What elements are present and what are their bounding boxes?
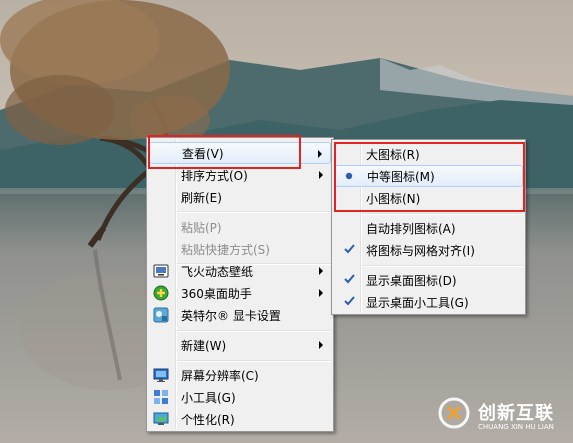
menu-item-show-icons-label: 显示桌面图标(D) — [366, 273, 457, 288]
personalize-icon — [153, 411, 169, 427]
submenu-arrow-icon — [319, 171, 323, 179]
menu-item-intel-graphics-label: 英特尔® 显卡设置 — [181, 308, 281, 323]
menu-item-paste[interactable]: 粘贴(P) — [149, 216, 331, 238]
menu-item-360-desktop[interactable]: 360桌面助手 — [149, 282, 331, 304]
submenu-arrow-icon — [318, 150, 322, 158]
menu-separator — [362, 265, 523, 267]
menu-separator — [177, 211, 331, 213]
watermark-text-en: CHUANG XIN HU LIAN — [478, 423, 554, 431]
menu-item-auto-arrange-label: 自动排列图标(A) — [366, 221, 456, 236]
menu-item-align-grid-label: 将图标与网格对齐(I) — [366, 243, 475, 258]
360-desktop-icon — [153, 285, 169, 301]
submenu-arrow-icon — [319, 267, 323, 275]
highlight-box-icon-sizes — [334, 142, 525, 212]
menu-item-paste-shortcut[interactable]: 粘贴快捷方式(S) — [149, 238, 331, 260]
menu-item-flash-wallpaper[interactable]: 飞火动态壁纸 — [149, 260, 331, 282]
screen-resolution-icon — [153, 367, 169, 383]
intel-graphics-icon — [153, 307, 169, 323]
gadgets-icon — [153, 389, 169, 405]
menu-separator — [177, 360, 331, 362]
menu-item-paste-shortcut-label: 粘贴快捷方式(S) — [181, 242, 270, 257]
flash-wallpaper-icon — [153, 263, 169, 279]
watermark-text-cn: 创新互联 — [478, 403, 554, 424]
checkmark-icon — [343, 294, 357, 308]
submenu-arrow-icon — [319, 341, 323, 349]
menu-item-new-label: 新建(W) — [181, 338, 227, 353]
menu-item-align-grid[interactable]: 将图标与网格对齐(I) — [334, 239, 523, 261]
menu-item-sort-label: 排序方式(O) — [181, 168, 248, 183]
desktop-context-menu: 查看(V) 排序方式(O) 刷新(E) 粘贴(P) 粘贴快捷方式(S) 飞火动态… — [146, 137, 334, 432]
highlight-box-view — [148, 135, 301, 169]
menu-item-auto-arrange[interactable]: 自动排列图标(A) — [334, 217, 523, 239]
menu-item-new[interactable]: 新建(W) — [149, 334, 331, 356]
submenu-arrow-icon — [319, 289, 323, 297]
menu-item-refresh[interactable]: 刷新(E) — [149, 186, 331, 208]
watermark-logo: 创新互联 CHUANG XIN HU LIAN — [436, 396, 566, 436]
menu-item-flash-wallpaper-label: 飞火动态壁纸 — [181, 264, 254, 279]
menu-item-show-gadgets[interactable]: 显示桌面小工具(G) — [334, 291, 523, 313]
menu-item-personalize[interactable]: 个性化(R) — [149, 408, 331, 430]
menu-item-show-icons[interactable]: 显示桌面图标(D) — [334, 269, 523, 291]
menu-separator — [362, 213, 523, 215]
menu-item-show-gadgets-label: 显示桌面小工具(G) — [366, 295, 469, 310]
menu-item-gadgets[interactable]: 小工具(G) — [149, 386, 331, 408]
menu-item-personalize-label: 个性化(R) — [181, 412, 235, 427]
menu-item-gadgets-label: 小工具(G) — [181, 390, 236, 405]
menu-separator — [177, 330, 331, 332]
menu-item-resolution[interactable]: 屏幕分辨率(C) — [149, 364, 331, 386]
menu-item-resolution-label: 屏幕分辨率(C) — [181, 368, 259, 383]
menu-item-paste-label: 粘贴(P) — [181, 220, 222, 235]
checkmark-icon — [343, 242, 357, 256]
checkmark-icon — [343, 272, 357, 286]
menu-item-360-desktop-label: 360桌面助手 — [181, 286, 252, 301]
menu-item-refresh-label: 刷新(E) — [181, 190, 222, 205]
menu-item-intel-graphics[interactable]: 英特尔® 显卡设置 — [149, 304, 331, 326]
